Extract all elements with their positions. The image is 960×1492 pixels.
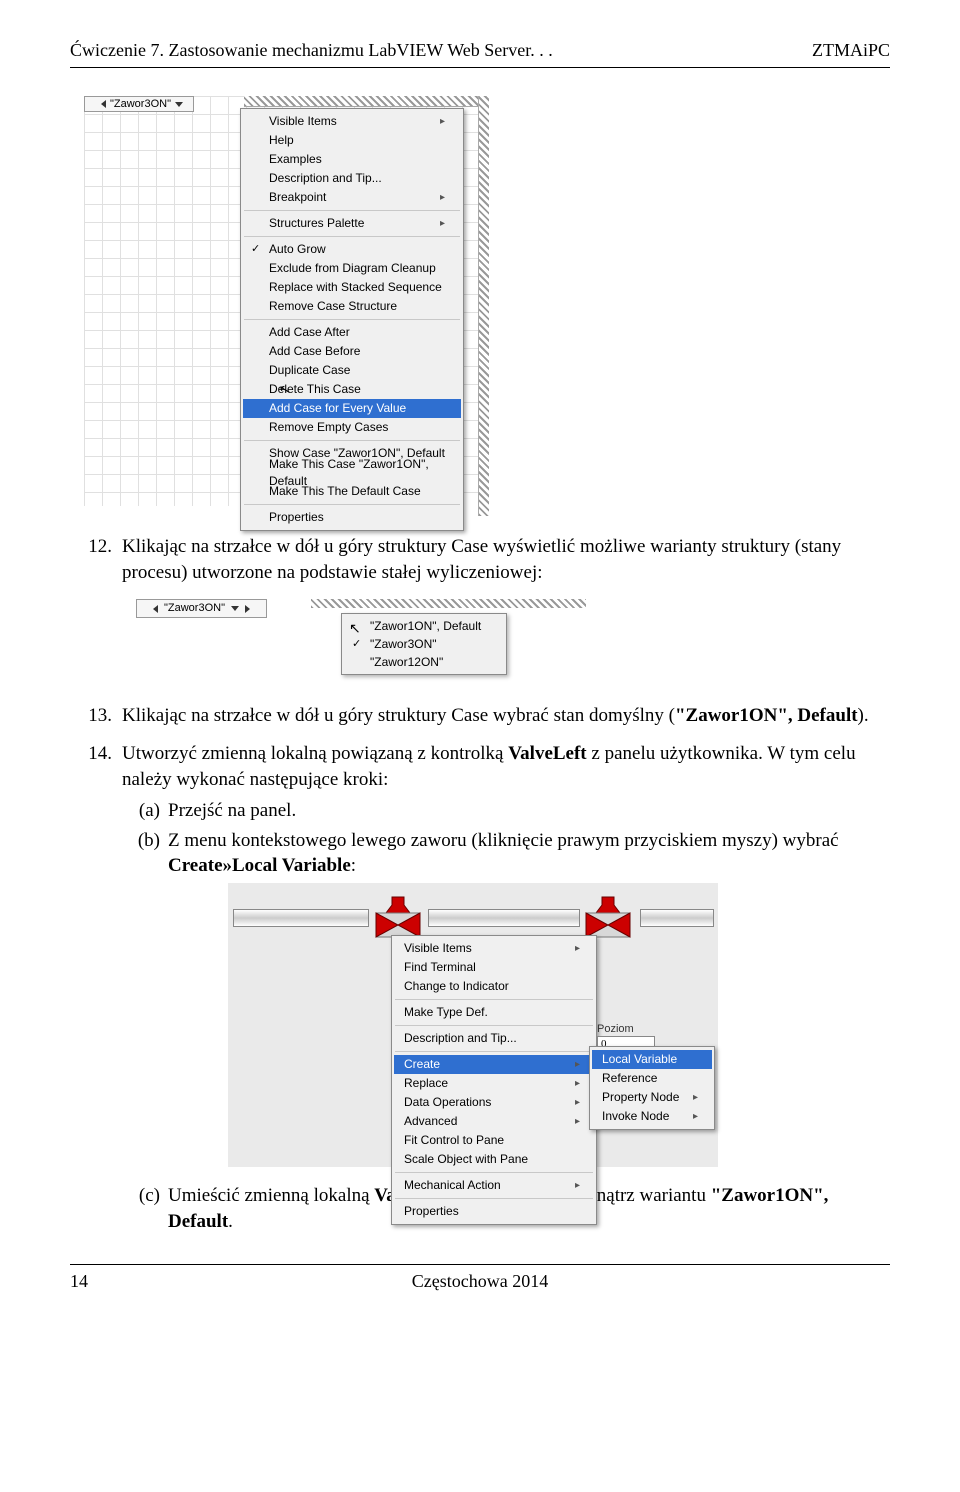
submenu-item[interactable]: Property Node [592,1088,712,1107]
menu-item[interactable]: Structures Palette [243,214,461,233]
header-rule [70,67,890,68]
menu-item[interactable]: Make Type Def. [394,1003,594,1022]
menu-item[interactable]: Help [243,131,461,150]
menu-separator [395,1198,593,1199]
pipe-segment [428,909,580,927]
menu-separator [244,210,460,211]
pipe-segment [233,909,369,927]
pipe-segment [640,909,714,927]
submenu-item[interactable]: Local Variable [592,1050,712,1069]
item-14-text: Utworzyć zmienną lokalną powiązaną z kon… [122,743,856,790]
case-selector-2-text: "Zawor3ON" [164,601,225,616]
menu-item[interactable]: Add Case for Every Value [243,399,461,418]
sub-a: (a) [122,798,168,824]
menu-item[interactable]: Description and Tip... [243,169,461,188]
case-context-menu[interactable]: Visible ItemsHelpExamplesDescription and… [240,108,464,531]
item-12-text: Klikając na strzałce w dół u góry strukt… [122,536,841,583]
case-option[interactable]: "Zawor3ON" [344,635,504,653]
menu-item[interactable]: Auto Grow [243,240,461,259]
chevron-left-icon[interactable] [101,100,106,108]
poziom-label: Poziom [597,1022,634,1037]
submenu-item[interactable]: Reference [592,1069,712,1088]
chevron-down-icon[interactable] [231,606,239,611]
case-border-top-2 [311,599,586,608]
menu-item[interactable]: Fit Control to Pane [394,1131,594,1150]
case-dropdown-screenshot: "Zawor3ON" "Zawor1ON", Default"Zawor3ON"… [136,599,586,691]
menu-item[interactable]: Add Case Before [243,342,461,361]
menu-item[interactable]: Data Operations [394,1093,594,1112]
menu-item[interactable]: Scale Object with Pane [394,1150,594,1169]
sub-c: (c) [122,1183,168,1234]
item-number-13: 13. [70,703,122,729]
menu-item[interactable]: Make This Case "Zawor1ON", Default [243,463,461,482]
page-number: 14 [70,1271,110,1292]
case-selector-text: "Zawor3ON" [110,98,171,110]
menu-item[interactable]: Breakpoint [243,188,461,207]
menu-separator [395,1172,593,1173]
menu-item[interactable]: Properties [243,508,461,527]
menu-item[interactable]: Add Case After [243,323,461,342]
case-dropdown-list[interactable]: "Zawor1ON", Default"Zawor3ON""Zawor12ON" [341,613,507,675]
menu-item[interactable]: Delete This Case [243,380,461,399]
menu-separator [244,236,460,237]
menu-separator [395,1025,593,1026]
menu-item[interactable]: Make This The Default Case [243,482,461,501]
menu-item[interactable]: Change to Indicator [394,977,594,996]
menu-item[interactable]: Duplicate Case [243,361,461,380]
header-left: Ćwiczenie 7. Zastosowanie mechanizmu Lab… [70,40,553,61]
menu-separator [395,999,593,1000]
menu-item[interactable]: Remove Empty Cases [243,418,461,437]
chevron-right-icon[interactable] [245,605,250,613]
valve-context-menu[interactable]: Visible ItemsFind TerminalChange to Indi… [391,935,597,1225]
menu-item[interactable]: Properties [394,1202,594,1221]
item-number-12: 12. [70,534,122,691]
submenu-item[interactable]: Invoke Node [592,1107,712,1126]
chevron-left-icon[interactable] [153,605,158,613]
menu-item[interactable]: Visible Items [243,112,461,131]
menu-item[interactable]: Find Terminal [394,958,594,977]
case-option[interactable]: "Zawor1ON", Default [344,617,504,635]
case-option[interactable]: "Zawor12ON" [344,653,504,671]
menu-item[interactable]: Mechanical Action [394,1176,594,1195]
page-footer: 14 Częstochowa 2014 [70,1271,890,1304]
valve-create-screenshot: Visible ItemsFind TerminalChange to Indi… [228,883,718,1167]
footer-rule [70,1264,890,1265]
item-13-text: Klikając na strzałce w dół u góry strukt… [122,703,890,729]
menu-separator [244,504,460,505]
menu-item[interactable]: Replace [394,1074,594,1093]
page-header: Ćwiczenie 7. Zastosowanie mechanizmu Lab… [70,40,890,61]
menu-separator [395,1051,593,1052]
cursor-icon: ↖ [349,619,361,638]
case-selector-2[interactable]: "Zawor3ON" [136,599,267,618]
chevron-down-icon[interactable] [175,102,183,107]
menu-separator [244,440,460,441]
case-border-right [478,96,489,516]
menu-item[interactable]: Advanced [394,1112,594,1131]
case-selector-label[interactable]: "Zawor3ON" [84,96,194,112]
item-number-14: 14. [70,741,122,1240]
menu-item[interactable]: Examples [243,150,461,169]
footer-center: Częstochowa 2014 [110,1271,850,1292]
menu-separator [244,319,460,320]
menu-item[interactable]: Remove Case Structure [243,297,461,316]
sub-a-text: Przejść na panel. [168,798,296,824]
case-border-top [244,96,479,107]
menu-item[interactable]: Exclude from Diagram Cleanup [243,259,461,278]
menu-item[interactable]: Create [394,1055,594,1074]
case-structure-screenshot-1: "Zawor3ON" Visible ItemsHelpExamplesDesc… [84,96,489,506]
header-right: ZTMAiPC [812,40,890,61]
sub-b-text: Z menu kontekstowego lewego zaworu (klik… [168,828,890,1179]
menu-item[interactable]: Replace with Stacked Sequence [243,278,461,297]
create-submenu[interactable]: Local VariableReferenceProperty NodeInvo… [589,1046,715,1130]
menu-item[interactable]: Description and Tip... [394,1029,594,1048]
sub-b: (b) [122,828,168,1179]
menu-item[interactable]: Visible Items [394,939,594,958]
